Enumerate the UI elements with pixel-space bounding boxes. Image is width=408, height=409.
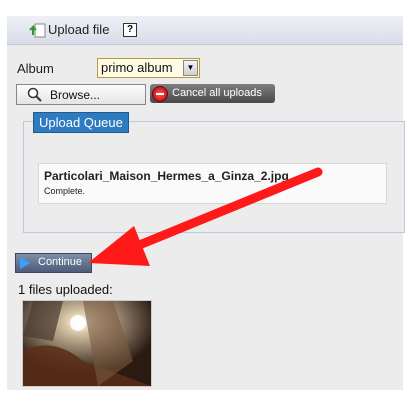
play-icon [20, 257, 30, 269]
uploaded-thumbnail[interactable] [22, 300, 152, 387]
browse-button[interactable]: Browse... [16, 84, 146, 105]
stop-icon [152, 86, 168, 102]
browse-label: Browse... [50, 88, 101, 102]
magnifier-icon [27, 87, 43, 103]
queue-file-status: Complete. [44, 186, 86, 196]
album-row: Album primo album ▼ [7, 56, 403, 80]
queue-file-name: Particolari_Maison_Hermes_a_Ginza_2.jpg [44, 169, 289, 183]
uploaded-summary: 1 files uploaded: [18, 282, 113, 297]
panel-title: Upload file [48, 22, 110, 37]
upload-icon [29, 21, 47, 39]
dropdown-arrow-icon[interactable]: ▼ [183, 60, 198, 76]
panel-header: Upload file ? [7, 16, 403, 45]
album-select[interactable]: primo album ▼ [97, 58, 200, 78]
cancel-all-label: Cancel all uploads [172, 87, 262, 99]
help-icon[interactable]: ? [123, 23, 137, 37]
cancel-all-uploads-button[interactable]: Cancel all uploads [150, 84, 275, 103]
queue-file-item: Particolari_Maison_Hermes_a_Ginza_2.jpg … [38, 163, 387, 204]
continue-label: Continue [38, 256, 83, 268]
continue-button[interactable]: Continue [15, 253, 92, 273]
upload-queue-title: Upload Queue [33, 112, 129, 133]
album-label: Album [17, 61, 54, 76]
album-selected-value: primo album [101, 60, 173, 75]
